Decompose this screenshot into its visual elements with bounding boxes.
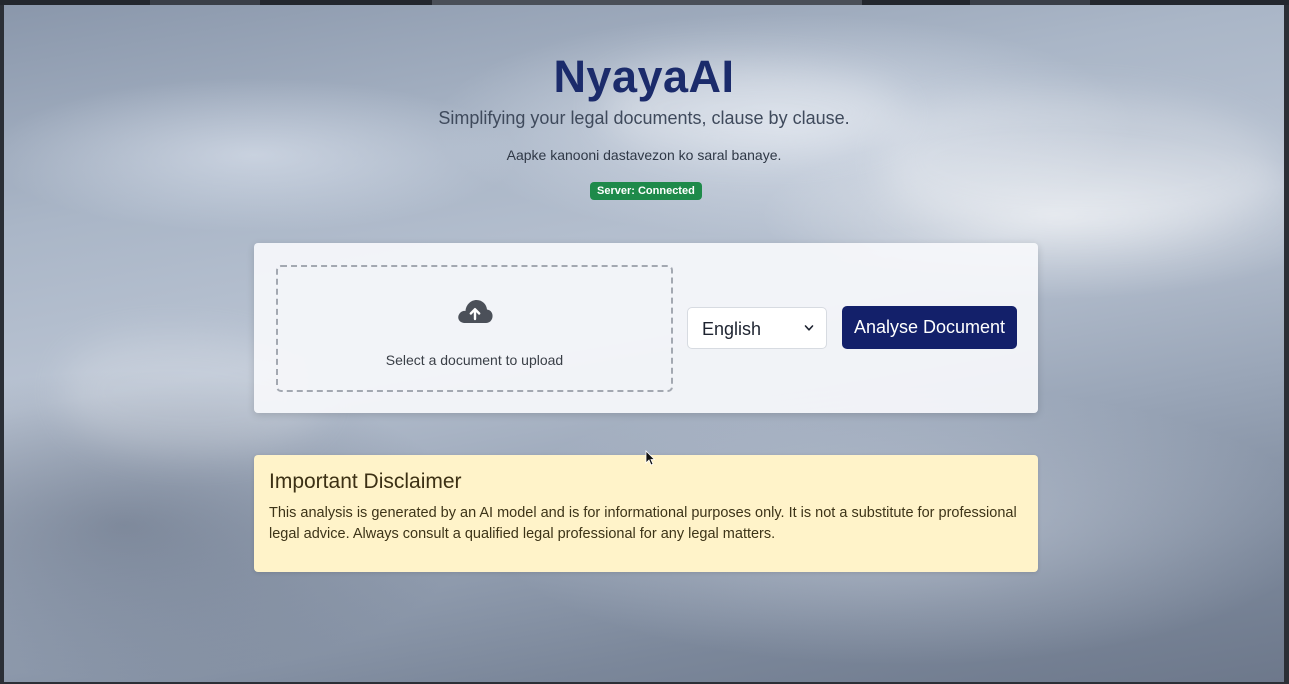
analyse-document-button[interactable]: Analyse Document: [842, 306, 1017, 349]
mouse-cursor-icon: [645, 450, 655, 466]
tagline-hinglish: Aapke kanooni dastavezon ko saral banaye…: [506, 147, 782, 163]
disclaimer-title: Important Disclaimer: [269, 470, 462, 493]
chevron-down-icon: [804, 325, 814, 331]
dropzone-label: Select a document to upload: [385, 352, 564, 368]
tagline: Simplifying your legal documents, clause…: [438, 108, 850, 128]
language-select-value: English: [702, 319, 762, 339]
app-title: NyayaAI: [553, 51, 735, 102]
upload-card: Select a document to upload English Anal…: [254, 243, 1038, 413]
language-select[interactable]: English: [687, 307, 827, 349]
main-content: NyayaAI Simplifying your legal documents…: [4, 5, 1284, 682]
document-dropzone[interactable]: Select a document to upload: [276, 265, 673, 392]
server-status-badge: Server: Connected: [590, 182, 702, 200]
page-background: NyayaAI Simplifying your legal documents…: [4, 5, 1284, 682]
disclaimer-text: This analysis is generated by an AI mode…: [269, 505, 1017, 542]
cloud-upload-icon: [458, 300, 493, 323]
disclaimer-box: Important Disclaimer This analysis is ge…: [254, 455, 1038, 572]
